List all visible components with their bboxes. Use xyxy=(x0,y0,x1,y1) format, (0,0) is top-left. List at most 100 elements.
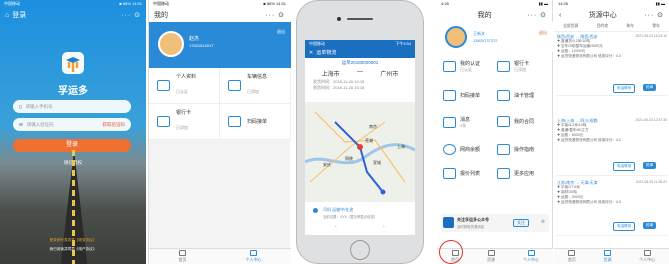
carrier-label: 中国移动 xyxy=(153,1,169,6)
get-code-button[interactable]: 获取验证码 xyxy=(103,122,126,128)
page-title: 我的 xyxy=(477,12,492,19)
tab-cargo[interactable]: 货源 xyxy=(487,250,495,263)
menu-vehicle-info[interactable]: 车辆信息 已添加 xyxy=(220,68,291,104)
app-name: 孚运多 xyxy=(58,86,88,97)
agreement-line: 登录即代表同意《服务协议》 xyxy=(0,238,146,243)
call-button[interactable]: 电话联系 xyxy=(613,84,636,93)
menu-certification[interactable]: 我的认证 已认证 xyxy=(443,60,480,73)
nav-bar: ‹ 货源中心 ··· ⊙ xyxy=(554,8,669,22)
filter-destination[interactable]: 目的地 xyxy=(597,24,608,29)
menu-sub: 已添加 xyxy=(176,125,188,130)
menu-label: 油卡管理 xyxy=(514,93,535,99)
menu-bank-card[interactable]: 银行卡 已添加 xyxy=(497,60,529,73)
mail-icon: ✉ xyxy=(19,121,23,127)
grab-order-button[interactable]: 抢单 xyxy=(643,162,657,169)
cargo-card[interactable]: 上海/上海 → 四川/成都 2021-05-03 12:47:30 ✚ 平板/4.… xyxy=(557,118,667,176)
prev-arrow-icon[interactable]: ‹ xyxy=(335,224,337,230)
map-label: 铜陵 xyxy=(345,156,353,161)
tab-profile[interactable]: 个人中心 xyxy=(246,250,262,263)
capsule-menu[interactable]: ··· ⊙ xyxy=(644,11,664,19)
map-label: 芜湖 xyxy=(365,138,373,143)
next-arrow-icon[interactable]: › xyxy=(383,224,385,230)
back-icon[interactable]: ‹ xyxy=(559,12,561,19)
tab-home[interactable]: 首页 xyxy=(179,250,187,263)
route-to: 广州市 xyxy=(380,72,399,78)
login-screen: 中国移动 ■ 88% 14:51 ⌂ 登录 ··· ⊙ 孚运多 ▯ 请输入手机号… xyxy=(0,0,146,264)
tab-profile[interactable]: 个人中心 xyxy=(639,250,655,263)
menu-personal-info[interactable]: 个人资料 已认证 xyxy=(149,68,220,104)
filter-loading[interactable]: 装车 xyxy=(626,24,634,29)
status-bar: 4:28 ▮▮ ▬ xyxy=(437,0,552,8)
menu-guide[interactable]: 操作指南 xyxy=(497,144,534,155)
call-button[interactable]: 电话联系 xyxy=(613,162,636,171)
menu-label: 更多应用 xyxy=(514,171,535,177)
call-button[interactable]: 电话联系 xyxy=(613,222,636,231)
capsule-menu[interactable]: ··· ⊙ xyxy=(527,11,547,19)
bank-card-icon xyxy=(157,116,170,127)
message-icon xyxy=(443,117,456,128)
menu-fuel-card[interactable]: 油卡管理 xyxy=(497,90,534,101)
id-card-icon xyxy=(157,80,170,91)
agreement-link[interactable]: 《服务协议》 xyxy=(75,238,97,242)
status-dot-icon xyxy=(313,208,318,213)
home-icon[interactable]: ⌂ xyxy=(5,12,9,19)
code-field[interactable]: ✉ 请输入验证码 获取验证码 xyxy=(13,118,131,131)
menu-scan-order[interactable]: 扫码接单 xyxy=(220,104,291,140)
fuel-card-icon xyxy=(497,90,510,101)
grab-order-button[interactable]: 抢单 xyxy=(643,84,657,91)
tab-cargo[interactable]: 货源 xyxy=(603,250,611,263)
logout-button[interactable]: 退出 xyxy=(539,30,547,36)
home-icon xyxy=(179,250,186,256)
user-header: 赵杰 17521512017 退出 xyxy=(149,22,291,68)
capsule-menu[interactable]: ··· ⊙ xyxy=(265,11,285,19)
capsule-menu[interactable]: ··· ⊙ xyxy=(121,11,141,19)
track-panel: 司机 运输中/在途 当前位置：XXX（暂无停靠点信息） ‹ › xyxy=(305,202,415,235)
nav-bar: 我的 ··· ⊙ xyxy=(437,8,552,22)
grab-order-button[interactable]: 抢单 xyxy=(643,222,657,229)
filter-empty[interactable]: 零车 xyxy=(652,24,660,29)
filter-all[interactable]: 全部货源 xyxy=(563,24,578,29)
logistics-screen: 中国移动 下午3:54 ✕ 运单物流 运单20180000001 上海市 — 广… xyxy=(305,40,415,235)
tab-label: 个人中心 xyxy=(639,257,656,262)
guide-icon xyxy=(497,144,510,155)
menu-contracts[interactable]: 我的合同 xyxy=(497,116,534,127)
track-subtitle: 当前位置：XXX（暂无停靠点信息） xyxy=(323,215,378,219)
map-label: 宣城 xyxy=(373,160,381,165)
menu-sub: 已认证 xyxy=(460,67,472,72)
account-logo-icon xyxy=(443,217,454,228)
status-bar: 14:26 ▮▮ ▬ xyxy=(554,0,669,8)
tab-home[interactable]: 首页 xyxy=(568,250,576,263)
menu-bank-card[interactable]: 银行卡 已添加 xyxy=(149,104,220,140)
logout-button[interactable]: 退出 xyxy=(277,29,285,35)
route-from: 上海市 xyxy=(321,72,340,78)
menu-label: 扫码接单 xyxy=(247,119,268,125)
map[interactable] xyxy=(305,102,415,202)
highlight-circle xyxy=(439,240,463,264)
map-label: 安庆 xyxy=(323,162,331,167)
tab-label: 首页 xyxy=(567,257,576,262)
cargo-card[interactable]: 陕西/西安 → 陕西/西安 2021-05-03 14:23:10 ✚ 普通货/4… xyxy=(557,34,667,96)
user-phone: 17521512017 xyxy=(189,43,214,48)
phone-field[interactable]: ▯ 请输入手机号 xyxy=(13,100,131,113)
user-header: 王新文 13825737372 退出 xyxy=(437,22,553,52)
close-icon[interactable]: ✕ xyxy=(309,50,313,56)
menu-label: 我的合同 xyxy=(514,119,535,125)
menu-messages[interactable]: 消息 3条 xyxy=(443,116,470,129)
menu-balance[interactable]: 网商余额 xyxy=(443,144,480,155)
avatar[interactable] xyxy=(445,26,467,48)
avatar[interactable] xyxy=(158,31,184,57)
phone-placeholder: 请输入手机号 xyxy=(25,103,53,109)
menu-label: 操作指南 xyxy=(514,147,535,153)
status-right: ■ 88% 14:51 xyxy=(119,1,142,6)
footer-text: 我已阅读并同意《用户协议》 xyxy=(49,247,97,251)
close-icon[interactable]: ⊗ xyxy=(541,219,545,225)
follow-button[interactable]: 关注 xyxy=(513,219,529,227)
menu-scan-order[interactable]: 扫码接单 xyxy=(443,90,480,101)
tab-profile[interactable]: 个人中心 xyxy=(523,250,539,263)
menu-more-apps[interactable]: 更多应用 xyxy=(497,168,534,179)
cargo-card[interactable]: 江苏/南京 → 天津/天津 2021-05-03 11:36:21 ✚ 平板/17… xyxy=(557,180,667,236)
time-label: 14:26 xyxy=(558,1,569,6)
status-bar: 中国移动 下午3:54 xyxy=(305,40,415,47)
menu-quote-list[interactable]: 报价列表 xyxy=(443,168,480,179)
home-button[interactable] xyxy=(350,240,370,260)
